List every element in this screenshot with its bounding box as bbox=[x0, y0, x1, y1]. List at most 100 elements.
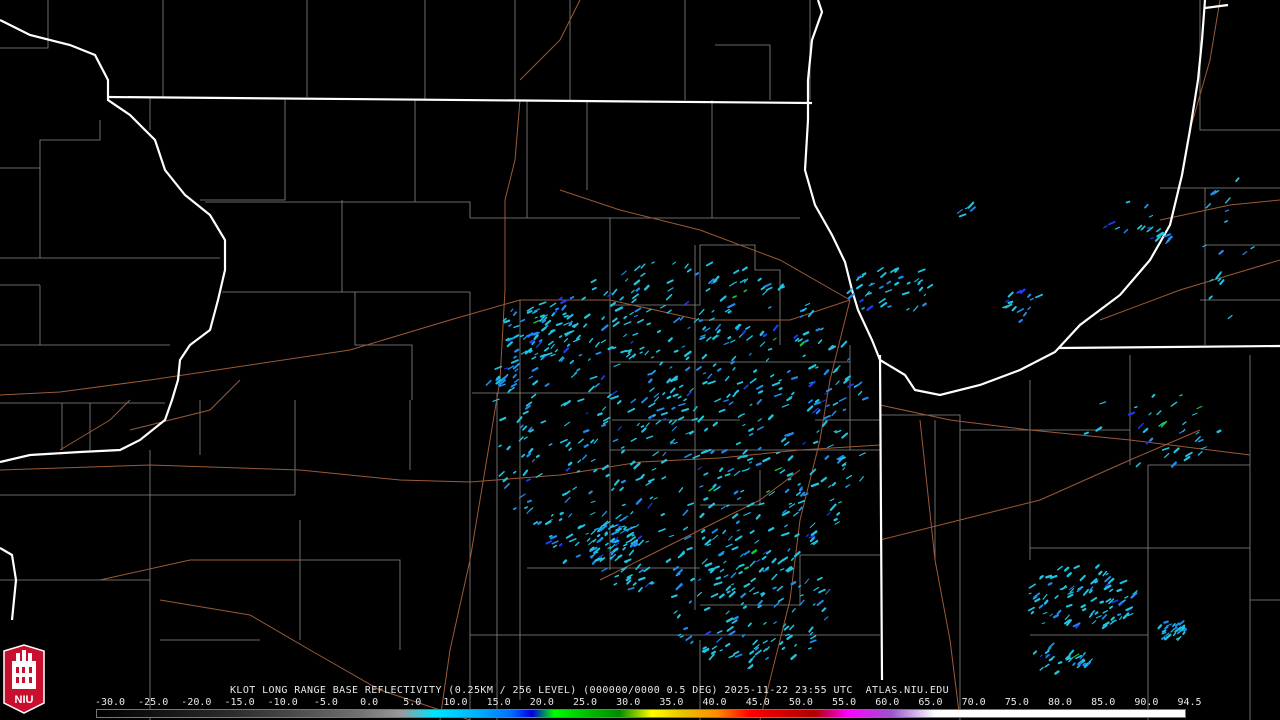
echo-mark bbox=[623, 315, 628, 320]
echo-mark bbox=[704, 427, 709, 432]
echo-mark bbox=[730, 360, 735, 365]
scale-label: -10.0 bbox=[267, 697, 298, 708]
echo-mark bbox=[690, 577, 695, 582]
echo-mark bbox=[767, 348, 773, 351]
echo-mark bbox=[688, 600, 692, 604]
scale-label: -5.0 bbox=[313, 697, 338, 708]
scale-label: -20.0 bbox=[181, 697, 212, 708]
echo-mark bbox=[672, 393, 679, 398]
echo-mark bbox=[703, 497, 709, 501]
echo-mark bbox=[735, 520, 740, 525]
echo-mark bbox=[1083, 431, 1089, 435]
echo-mark bbox=[742, 605, 747, 609]
echo-mark bbox=[534, 316, 538, 319]
echo-mark bbox=[1057, 661, 1063, 665]
echo-mark bbox=[622, 546, 626, 551]
echo-mark bbox=[1047, 582, 1053, 586]
echo-mark bbox=[1134, 406, 1138, 409]
echo-mark bbox=[660, 512, 665, 517]
echo-mark bbox=[561, 492, 568, 496]
echo-mark bbox=[744, 566, 749, 570]
echo-mark bbox=[815, 328, 821, 332]
echo-mark bbox=[671, 406, 676, 410]
echo-mark bbox=[1098, 570, 1103, 576]
echo-mark bbox=[673, 349, 679, 353]
echo-mark bbox=[503, 319, 511, 324]
echo-mark bbox=[690, 640, 694, 644]
scale-label: 10.0 bbox=[443, 697, 468, 708]
echo-mark bbox=[612, 346, 617, 350]
scale-label: 50.0 bbox=[788, 697, 813, 708]
echo-mark bbox=[677, 395, 682, 399]
echo-mark bbox=[741, 330, 747, 335]
echo-mark bbox=[535, 454, 540, 458]
echo-mark bbox=[614, 574, 620, 578]
echo-mark bbox=[647, 372, 654, 376]
echo-mark bbox=[1108, 579, 1112, 584]
echo-mark bbox=[683, 626, 689, 631]
echo-mark bbox=[712, 483, 717, 488]
echo-mark bbox=[898, 275, 904, 280]
echo-mark bbox=[1109, 605, 1114, 610]
echo-mark bbox=[727, 310, 732, 314]
scale-label: 55.0 bbox=[832, 697, 857, 708]
radar-map bbox=[0, 0, 1280, 720]
scale-label: -30.0 bbox=[94, 697, 126, 708]
echo-mark bbox=[605, 473, 610, 478]
product-caption: KLOT LONG RANGE BASE REFLECTIVITY (0.25K… bbox=[230, 685, 950, 696]
echo-mark bbox=[595, 351, 602, 355]
echo-mark bbox=[715, 576, 722, 580]
echo-mark bbox=[714, 565, 720, 569]
scale-label: 45.0 bbox=[745, 697, 770, 708]
scale-label: 85.0 bbox=[1091, 697, 1116, 708]
scale-label: 20.0 bbox=[529, 697, 554, 708]
echo-mark bbox=[526, 499, 532, 503]
echo-mark bbox=[1182, 631, 1186, 635]
echo-mark bbox=[620, 449, 626, 454]
scale-label: 80.0 bbox=[1047, 697, 1073, 708]
scale-label: 90.0 bbox=[1134, 697, 1159, 708]
echo-mark bbox=[601, 423, 607, 427]
echo-mark bbox=[582, 429, 590, 433]
echo-mark bbox=[558, 518, 563, 522]
echo-mark bbox=[861, 272, 867, 277]
echo-mark bbox=[701, 536, 706, 540]
echo-mark bbox=[1150, 237, 1154, 240]
echo-mark bbox=[551, 312, 556, 317]
scale-label: 0.0 bbox=[360, 697, 379, 708]
echo-mark bbox=[607, 346, 614, 351]
echo-mark bbox=[836, 512, 841, 516]
echo-mark bbox=[731, 587, 736, 591]
echo-mark bbox=[786, 369, 791, 374]
echo-mark bbox=[569, 295, 575, 300]
reflectivity-scale-labels: -30.0 -25.0 -20.0 -15.0 -10.0 -5.0 0.0 5.0 10.0 1… bbox=[92, 697, 1202, 709]
scale-label: 75.0 bbox=[1004, 697, 1029, 708]
echo-mark bbox=[716, 329, 721, 334]
echo-mark bbox=[748, 432, 754, 437]
echo-mark bbox=[633, 543, 639, 547]
university-seal-icon: NIU bbox=[3, 644, 45, 714]
echo-mark bbox=[726, 590, 731, 594]
echo-mark bbox=[1149, 437, 1154, 442]
echo-mark bbox=[861, 307, 865, 310]
echo-mark bbox=[666, 395, 672, 400]
echo-mark bbox=[1216, 429, 1222, 434]
echo-mark bbox=[656, 329, 662, 334]
echo-mark bbox=[686, 546, 693, 551]
echo-mark bbox=[727, 336, 732, 340]
echo-mark bbox=[593, 468, 598, 473]
echo-mark bbox=[512, 470, 517, 474]
scale-label: 40.0 bbox=[702, 697, 727, 708]
echo-mark bbox=[1147, 226, 1151, 229]
echo-mark bbox=[559, 511, 564, 516]
echo-mark bbox=[701, 648, 709, 653]
echo-mark bbox=[679, 635, 684, 638]
echo-mark bbox=[917, 282, 921, 286]
echo-mark bbox=[717, 475, 723, 480]
reflectivity-colorbar bbox=[96, 709, 1186, 718]
echo-mark bbox=[621, 503, 626, 507]
echo-mark bbox=[597, 412, 603, 416]
echo-mark bbox=[1088, 589, 1093, 594]
echo-mark bbox=[576, 470, 581, 473]
echo-mark bbox=[650, 356, 655, 359]
